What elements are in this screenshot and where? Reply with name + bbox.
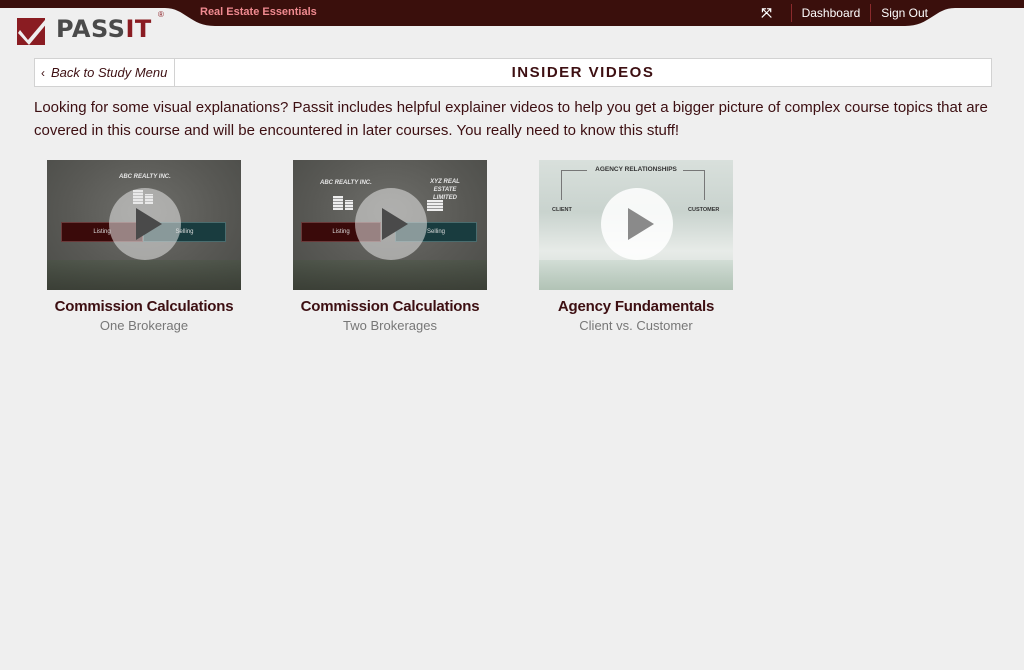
course-title: Real Estate Essentials	[200, 6, 317, 18]
thumb-company-label: ABC REALTY INC.	[119, 174, 171, 180]
play-button[interactable]	[109, 188, 181, 260]
thumb-background	[47, 260, 241, 290]
video-title[interactable]: Agency Fundamentals	[539, 298, 733, 315]
diagram-arrow	[561, 170, 587, 200]
building-icon	[333, 196, 343, 210]
play-icon	[135, 208, 162, 240]
passit-logo[interactable]: PASSIT ®	[16, 10, 164, 46]
play-button[interactable]	[355, 188, 427, 260]
video-subtitle: Client vs. Customer	[579, 318, 693, 333]
video-subtitle: One Brokerage	[99, 318, 189, 333]
play-icon	[381, 208, 408, 240]
back-label: Back to Study Menu	[51, 65, 168, 80]
top-nav: ⤧ Dashboard Sign Out	[753, 0, 928, 26]
nav-divider	[870, 4, 872, 22]
video-card[interactable]: AGENCY RELATIONSHIPS CLIENT CUSTOMER Age…	[539, 160, 733, 333]
play-button[interactable]	[601, 188, 673, 260]
fullscreen-icon[interactable]: ⤧	[753, 5, 781, 21]
thumb-company-a-label: ABC REALTY INC.	[320, 180, 372, 186]
thumb-background	[293, 260, 487, 290]
video-card[interactable]: ABC REALTY INC. XYZ REAL ESTATE LIMITED …	[293, 160, 487, 333]
thumb-heading: AGENCY RELATIONSHIPS	[595, 166, 677, 173]
logo-text: PASSIT	[56, 15, 152, 43]
thumb-background	[539, 260, 733, 290]
sign-out-link[interactable]: Sign Out	[881, 6, 928, 20]
registered-mark: ®	[158, 10, 164, 19]
diagram-arrow	[683, 170, 705, 200]
video-card[interactable]: ABC REALTY INC. Listing Selling Commissi…	[47, 160, 241, 333]
building-icon	[345, 200, 353, 210]
dashboard-link[interactable]: Dashboard	[802, 6, 861, 20]
page-header: ‹ Back to Study Menu INSIDER VIDEOS	[34, 58, 992, 87]
video-list: ABC REALTY INC. Listing Selling Commissi…	[47, 160, 785, 333]
building-icon	[427, 200, 443, 211]
checkmark-logo-icon	[17, 14, 53, 45]
nav-divider	[790, 4, 792, 22]
thumb-customer-label: CUSTOMER	[688, 207, 720, 213]
video-thumbnail[interactable]: AGENCY RELATIONSHIPS CLIENT CUSTOMER	[539, 160, 733, 290]
back-to-study-menu-button[interactable]: ‹ Back to Study Menu	[35, 59, 175, 86]
play-icon	[627, 208, 654, 240]
video-thumbnail[interactable]: ABC REALTY INC. XYZ REAL ESTATE LIMITED …	[293, 160, 487, 290]
thumb-company-b-label: XYZ REAL ESTATE LIMITED	[430, 179, 460, 201]
video-title[interactable]: Commission Calculations	[293, 298, 487, 315]
page-title: INSIDER VIDEOS	[511, 64, 655, 81]
video-subtitle: Two Brokerages	[343, 318, 437, 333]
thumb-client-label: CLIENT	[552, 207, 572, 213]
chevron-left-icon: ‹	[41, 65, 45, 80]
video-thumbnail[interactable]: ABC REALTY INC. Listing Selling	[47, 160, 241, 290]
intro-text: Looking for some visual explanations? Pa…	[34, 99, 988, 139]
video-title[interactable]: Commission Calculations	[47, 298, 241, 315]
